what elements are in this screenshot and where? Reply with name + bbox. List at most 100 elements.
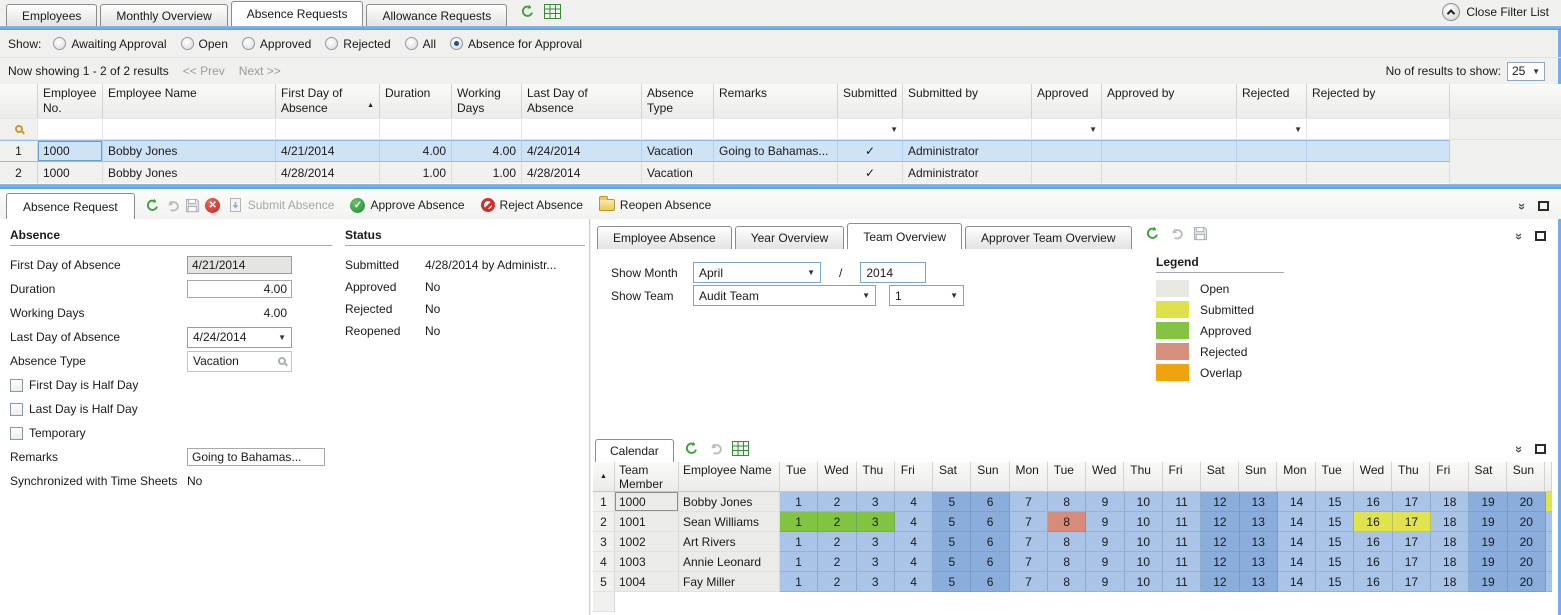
calendar-day-5[interactable]: 5: [933, 572, 971, 592]
remarks-input[interactable]: Going to Bahamas...: [187, 448, 325, 466]
calendar-day-9[interactable]: 9: [1086, 532, 1124, 552]
calendar-day-16-submitted[interactable]: 16: [1354, 512, 1392, 532]
calendar-day-20[interactable]: 20: [1508, 532, 1546, 552]
calendar-day-18[interactable]: 18: [1431, 512, 1469, 532]
cell-team-member[interactable]: 1003: [615, 552, 679, 572]
undo-icon[interactable]: [708, 441, 723, 459]
column-header-fri-11[interactable]: Fri: [1163, 462, 1201, 492]
column-header-thu-3[interactable]: Thu: [857, 462, 895, 492]
calendar-day-1-approved[interactable]: 1: [780, 512, 818, 532]
calendar-day-12[interactable]: 12: [1201, 552, 1239, 572]
column-header-thu-10[interactable]: Thu: [1124, 462, 1162, 492]
calendar-day-5[interactable]: 5: [933, 532, 971, 552]
cell-approved-by[interactable]: [1102, 140, 1237, 162]
cell-first-day-of-absence[interactable]: 4/21/2014: [276, 140, 380, 162]
duration-input[interactable]: 4.00: [187, 280, 292, 298]
approve-absence-button[interactable]: ✓ Approve Absence: [346, 192, 468, 218]
column-header-mon-14[interactable]: Mon: [1277, 462, 1315, 492]
calendar-day-4[interactable]: 4: [895, 572, 933, 592]
calendar-day-1[interactable]: 1: [780, 552, 818, 572]
cell-submitted[interactable]: ✓: [838, 162, 903, 184]
column-header-wed-2[interactable]: Wed: [818, 462, 856, 492]
radio-rejected[interactable]: Rejected: [325, 37, 390, 51]
calendar-day-10[interactable]: 10: [1125, 572, 1163, 592]
calendar-day-15[interactable]: 15: [1316, 512, 1354, 532]
cell-rejected-by[interactable]: [1307, 140, 1450, 162]
calendar-day-13[interactable]: 13: [1240, 572, 1278, 592]
calendar-day-9[interactable]: 9: [1086, 492, 1124, 512]
cell-duration[interactable]: 1.00: [380, 162, 452, 184]
calendar-day-7[interactable]: 7: [1010, 552, 1048, 572]
cell-team-member[interactable]: 1001: [615, 512, 679, 532]
radio-absence-for-approval[interactable]: Absence for Approval: [450, 37, 582, 51]
calendar-day-15[interactable]: 15: [1316, 572, 1354, 592]
column-header-sun-6[interactable]: Sun: [971, 462, 1009, 492]
refresh-icon[interactable]: [143, 192, 163, 218]
calendar-day-10[interactable]: 10: [1125, 512, 1163, 532]
calendar-day-14[interactable]: 14: [1278, 572, 1316, 592]
undo-icon[interactable]: [1169, 226, 1184, 244]
tab-year-overview[interactable]: Year Overview: [735, 226, 845, 249]
column-header-submitted[interactable]: Submitted: [838, 84, 903, 118]
column-header-submitted-by[interactable]: Submitted by: [903, 84, 1032, 118]
radio-awaiting-approval[interactable]: Awaiting Approval: [53, 37, 166, 51]
calendar-day-4[interactable]: 4: [895, 532, 933, 552]
calendar-day-19[interactable]: 19: [1469, 572, 1507, 592]
table-row[interactable]: 21000Bobby Jones4/28/20141.001.004/28/20…: [0, 162, 1561, 184]
calendar-day-4[interactable]: 4: [895, 492, 933, 512]
filter-input-remarks[interactable]: [714, 118, 838, 140]
calendar-day-15[interactable]: 15: [1316, 552, 1354, 572]
column-header-last-day-of-absence[interactable]: Last Day of Absence: [522, 84, 642, 118]
calendar-day-3-approved[interactable]: 3: [857, 512, 895, 532]
calendar-day-12[interactable]: 12: [1201, 512, 1239, 532]
calendar-day-4[interactable]: 4: [895, 512, 933, 532]
calendar-day-6[interactable]: 6: [971, 492, 1009, 512]
calendar-day-5[interactable]: 5: [933, 492, 971, 512]
filter-input-submitted-by[interactable]: [903, 118, 1032, 140]
calendar-day-12[interactable]: 12: [1201, 492, 1239, 512]
calendar-day-10[interactable]: 10: [1125, 492, 1163, 512]
calendar-day-1[interactable]: 1: [780, 532, 818, 552]
calendar-day-8-rejected[interactable]: 8: [1048, 512, 1086, 532]
cell-first-day-of-absence[interactable]: 4/28/2014: [276, 162, 380, 184]
cell-employee-name[interactable]: Fay Miller: [679, 572, 780, 592]
calendar-day-14[interactable]: 14: [1278, 552, 1316, 572]
year-input[interactable]: 2014: [860, 262, 926, 283]
calendar-day-13[interactable]: 13: [1240, 512, 1278, 532]
cell-team-member[interactable]: 1002: [615, 532, 679, 552]
calendar-day-11[interactable]: 11: [1163, 552, 1201, 572]
calendar-day-11[interactable]: 11: [1163, 572, 1201, 592]
column-header-team-member[interactable]: Team Member: [615, 462, 679, 492]
calendar-day-5[interactable]: 5: [933, 512, 971, 532]
column-header-approved[interactable]: Approved: [1032, 84, 1102, 118]
column-header-fri-4[interactable]: Fri: [895, 462, 933, 492]
calendar-day-14[interactable]: 14: [1278, 492, 1316, 512]
filter-input-duration[interactable]: [380, 118, 452, 140]
column-header-mon-7[interactable]: Mon: [1010, 462, 1048, 492]
cell-employee-no-[interactable]: 1000: [38, 140, 103, 162]
checkbox-row-first-day-is-half-day[interactable]: First Day is Half Day: [10, 374, 332, 396]
calendar-day-18[interactable]: 18: [1431, 572, 1469, 592]
team-select[interactable]: Audit Team ▼: [693, 285, 876, 306]
calendar-row[interactable]: 41003Annie Leonard1234567891011121314151…: [593, 552, 1552, 572]
calendar-day-3[interactable]: 3: [857, 572, 895, 592]
calendar-day-14[interactable]: 14: [1278, 512, 1316, 532]
calendar-day-1[interactable]: 1: [780, 492, 818, 512]
calendar-day-16[interactable]: 16: [1354, 572, 1392, 592]
column-header-duration[interactable]: Duration: [380, 84, 452, 118]
tab-absence-request[interactable]: Absence Request: [6, 193, 135, 219]
calendar-day-19[interactable]: 19: [1469, 552, 1507, 572]
cell-team-member[interactable]: 1000: [615, 492, 679, 512]
page-size-select[interactable]: 25 ▼: [1507, 62, 1545, 81]
radio-all[interactable]: All: [405, 37, 436, 51]
cell-absence-type[interactable]: Vacation: [642, 140, 714, 162]
reopen-absence-button[interactable]: Reopen Absence: [595, 192, 715, 218]
calendar-day-17[interactable]: 17: [1393, 552, 1431, 572]
column-header-sun-13[interactable]: Sun: [1239, 462, 1277, 492]
calendar-day-17[interactable]: 17: [1393, 532, 1431, 552]
calendar-row[interactable]: 11000Bobby Jones123456789101112131415161…: [593, 492, 1552, 512]
calendar-day-17-submitted[interactable]: 17: [1393, 512, 1431, 532]
refresh-icon[interactable]: [1145, 226, 1160, 244]
filter-input-last-day-of-absence[interactable]: [522, 118, 642, 140]
calendar-day-6[interactable]: 6: [971, 572, 1009, 592]
